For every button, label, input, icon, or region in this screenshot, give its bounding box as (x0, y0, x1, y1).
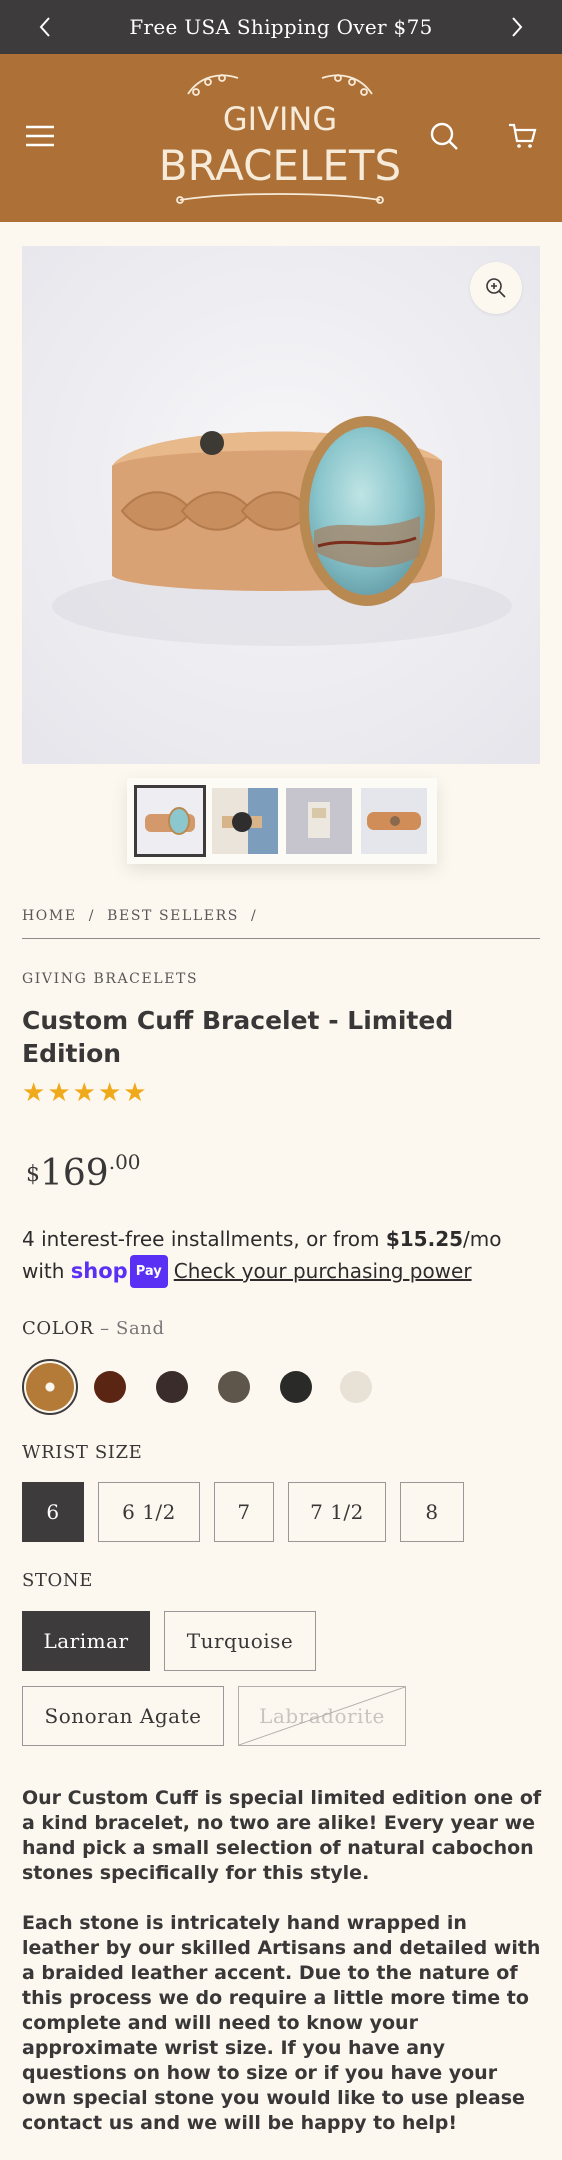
swatch-olive[interactable] (218, 1371, 250, 1403)
cart-icon[interactable] (502, 116, 542, 156)
swatch-sand-fill (26, 1363, 74, 1411)
description-paragraph-1: Our Custom Cuff is special limited editi… (22, 1787, 542, 1884)
thumbnail-strip (127, 778, 437, 864)
stone-option-turquoise[interactable]: Turquoise (164, 1611, 316, 1671)
swatch-cream[interactable] (340, 1371, 372, 1403)
size-option-7[interactable]: 7 (214, 1482, 274, 1542)
swatch-sand[interactable] (22, 1359, 78, 1415)
shop-pay-logo: shop (70, 1259, 128, 1283)
thumbnail-3[interactable] (286, 788, 353, 854)
breadcrumb: HOME / BEST SELLERS / (22, 908, 263, 924)
star-icon: ★ (123, 1078, 147, 1108)
star-icon: ★ (97, 1078, 122, 1108)
bracelet-image (22, 246, 540, 764)
thumbnail-4[interactable] (360, 788, 427, 854)
chevron-right-icon[interactable] (504, 14, 530, 40)
stone-option-larimar[interactable]: Larimar (22, 1611, 150, 1671)
stone-option-sonoran-agate[interactable]: Sonoran Agate (22, 1686, 224, 1746)
divider (22, 938, 540, 939)
breadcrumb-best-sellers[interactable]: BEST SELLERS (107, 908, 239, 924)
star-icon: ★ (22, 1078, 46, 1108)
size-option-8[interactable]: 8 (400, 1482, 464, 1542)
star-icon: ★ (72, 1078, 96, 1108)
description-paragraph-2: Each stone is intricately hand wrapped i… (22, 1912, 541, 2134)
product-description: Our Custom Cuff is special limited editi… (22, 1786, 542, 2160)
swatch-dark-brown[interactable] (156, 1371, 188, 1403)
installments-prefix: 4 interest-free installments, or from (22, 1227, 386, 1251)
brand-logo[interactable]: GIVING BRACELETS (159, 64, 401, 210)
price-cents: .00 (108, 1150, 141, 1174)
breadcrumb-separator: / (251, 908, 258, 924)
breadcrumb-separator: / (88, 908, 96, 924)
size-option-6-1-2[interactable]: 6 1/2 (98, 1482, 200, 1542)
unavailable-strike (239, 1687, 405, 1745)
swatch-black[interactable] (280, 1371, 312, 1403)
stone-options-row1: Larimar Turquoise (22, 1611, 316, 1671)
stone-label: STONE (22, 1570, 93, 1591)
chevron-left-icon[interactable] (32, 14, 58, 40)
announcement-text: Free USA Shipping Over $75 (129, 15, 433, 39)
color-selected-value: – Sand (100, 1318, 165, 1339)
color-label: COLOR (22, 1318, 94, 1339)
size-option-7-1-2[interactable]: 7 1/2 (288, 1482, 386, 1542)
shop-pay-installments: 4 interest-free installments, or from $1… (22, 1224, 542, 1288)
zoom-button[interactable] (470, 262, 522, 314)
product-vendor[interactable]: GIVING BRACELETS (22, 971, 198, 987)
size-option-6[interactable]: 6 (22, 1482, 84, 1542)
wrist-size-options: 6 6 1/2 7 7 1/2 8 (22, 1482, 464, 1542)
brand-line2: BRACELETS (160, 141, 400, 190)
product-image-main[interactable] (22, 246, 540, 764)
breadcrumb-home[interactable]: HOME (22, 908, 77, 924)
price-currency: $ (26, 1162, 40, 1187)
wrist-size-label: WRIST SIZE (22, 1442, 143, 1463)
star-icon: ★ (47, 1078, 71, 1108)
star-rating[interactable]: ★ ★ ★ ★ ★ (22, 1080, 147, 1106)
thumbnail-2[interactable] (211, 788, 278, 854)
zoom-in-icon (486, 278, 506, 298)
color-swatches (22, 1359, 382, 1415)
site-header: GIVING BRACELETS (0, 54, 562, 222)
thumbnail-1[interactable] (134, 785, 206, 857)
product-title: Custom Cuff Bracelet - Limited Edition (22, 1006, 454, 1068)
color-option-label: COLOR – Sand (22, 1318, 165, 1339)
stone-options-row2: Sonoran Agate Labradorite (22, 1686, 406, 1746)
price-whole: 169 (40, 1153, 109, 1194)
brand-line1: GIVING (223, 100, 337, 138)
stone-option-labradorite[interactable]: Labradorite (238, 1686, 406, 1746)
search-icon[interactable] (424, 116, 464, 156)
shop-pay-badge: Pay (129, 1255, 168, 1288)
product-price: $169.00 (26, 1150, 141, 1194)
menu-icon[interactable] (20, 116, 60, 156)
swatch-brown[interactable] (94, 1371, 126, 1403)
installments-amount: $15.25 (385, 1227, 464, 1251)
installments-suffix: /mo (463, 1227, 502, 1251)
announcement-bar: Free USA Shipping Over $75 (0, 0, 562, 54)
installments-with: with (22, 1259, 71, 1283)
check-purchasing-power-link[interactable]: Check your purchasing power (174, 1259, 472, 1283)
